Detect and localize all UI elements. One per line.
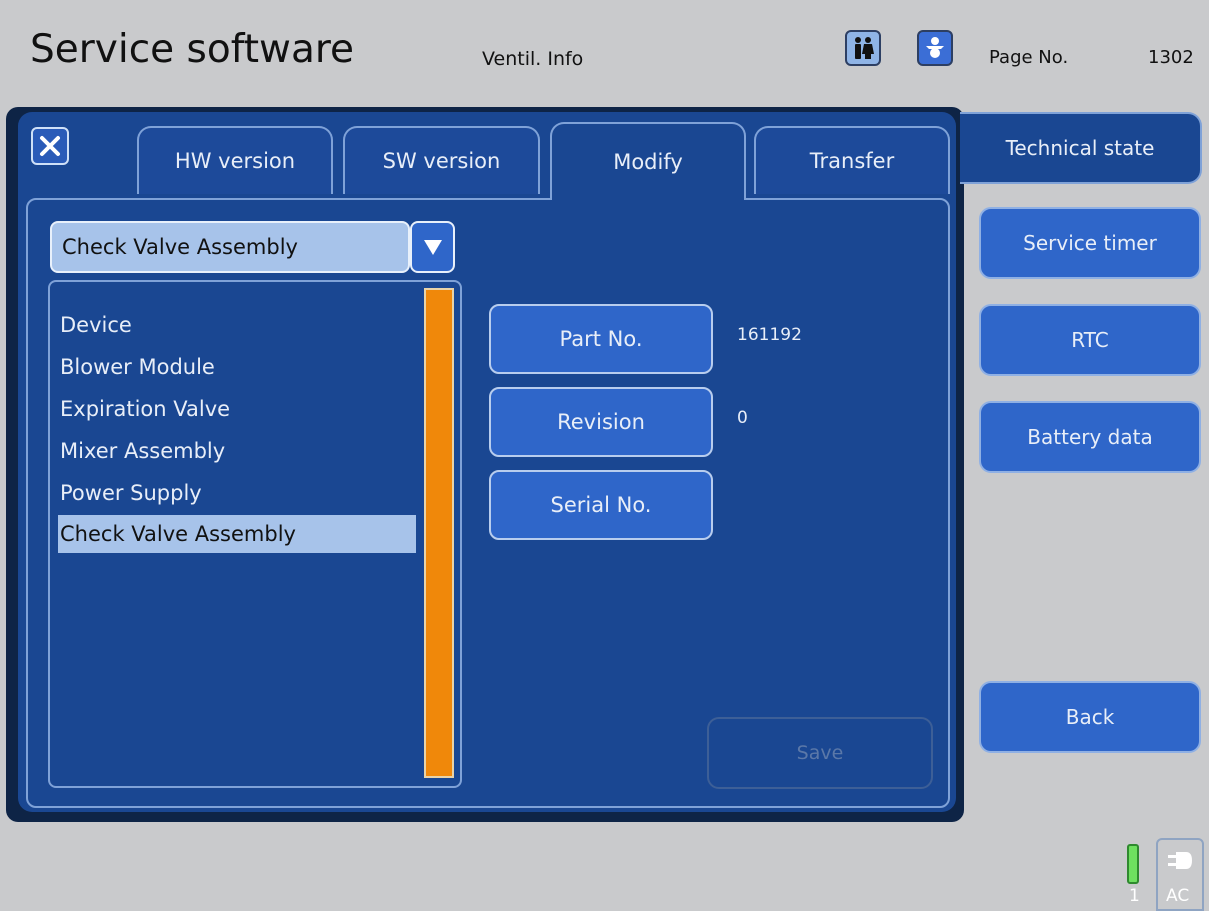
rtc-button[interactable]: RTC: [979, 304, 1201, 376]
part-no-button[interactable]: Part No.: [489, 304, 713, 374]
page-number-label: Page No.: [989, 47, 1069, 68]
triangle-down-icon: [423, 240, 442, 255]
serial-no-button[interactable]: Serial No.: [489, 470, 713, 540]
adult-patients-button[interactable]: [845, 30, 881, 66]
tab-modify[interactable]: Modify: [550, 122, 746, 200]
battery-data-button[interactable]: Battery data: [979, 401, 1201, 473]
list-item-mixer-assembly[interactable]: Mixer Assembly: [58, 432, 416, 470]
list-item-blower-module[interactable]: Blower Module: [58, 348, 416, 386]
battery-number: 1: [1129, 886, 1140, 906]
tab-sw-version[interactable]: SW version: [343, 126, 540, 194]
component-select[interactable]: Check Valve Assembly: [50, 221, 410, 273]
service-timer-button[interactable]: Service timer: [979, 207, 1201, 279]
plug-icon: [1168, 852, 1192, 869]
close-button[interactable]: [31, 127, 69, 165]
revision-button[interactable]: Revision: [489, 387, 713, 457]
list-item-power-supply[interactable]: Power Supply: [58, 474, 416, 512]
ac-label: AC: [1166, 886, 1190, 906]
battery-icon: [1127, 844, 1139, 884]
infant-patient-icon: [926, 37, 944, 58]
save-button[interactable]: Save: [707, 717, 933, 789]
adult-patients-icon: [855, 37, 874, 59]
list-scrollbar[interactable]: [424, 288, 454, 778]
page-subtitle: Ventil. Info: [482, 48, 584, 70]
tab-hw-version[interactable]: HW version: [137, 126, 333, 194]
list-item-expiration-valve[interactable]: Expiration Valve: [58, 390, 416, 428]
tab-transfer[interactable]: Transfer: [754, 126, 950, 194]
dropdown-toggle-button[interactable]: [410, 221, 455, 273]
app-title: Service software: [30, 27, 355, 72]
revision-value: 0: [737, 408, 748, 428]
technical-state-tab[interactable]: Technical state: [960, 112, 1202, 184]
part-no-value: 161192: [737, 325, 802, 345]
page-number-value: 1302: [1148, 47, 1194, 68]
close-icon: [40, 136, 60, 156]
infant-patient-button[interactable]: [917, 30, 953, 66]
list-item-device[interactable]: Device: [58, 306, 416, 344]
back-button[interactable]: Back: [979, 681, 1201, 753]
list-item-check-valve-assembly[interactable]: Check Valve Assembly: [58, 515, 416, 553]
